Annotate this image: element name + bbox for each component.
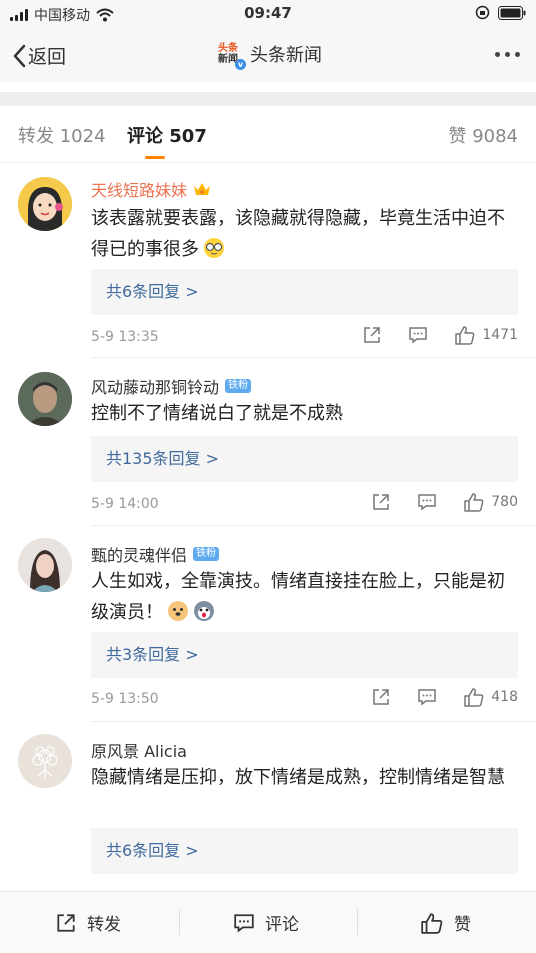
comment-icon[interactable]	[417, 492, 437, 512]
thumbs-up-icon[interactable]	[463, 492, 485, 512]
like-count: 418	[491, 689, 518, 705]
bottom-divider	[179, 909, 180, 935]
verified-badge-icon: v	[235, 59, 246, 70]
comment-label: 评论	[265, 915, 299, 935]
comment-icon[interactable]	[408, 325, 428, 345]
comment-actions: 418	[371, 687, 518, 707]
bottom-divider	[357, 909, 358, 935]
comment-time: 5-9 14:00	[91, 496, 159, 512]
status-time: 09:47	[244, 4, 292, 22]
crown-icon	[194, 183, 211, 195]
like-count: 780	[491, 494, 518, 510]
man-photo-avatar[interactable]	[18, 372, 72, 426]
comment-author[interactable]: 风动藤动那铜铃动 铁粉	[91, 374, 252, 398]
comment-author[interactable]: 原风景 Alicia	[91, 738, 187, 762]
reply-count-link[interactable]: 共135条回复 >	[91, 436, 518, 482]
author-name: 天线短路妹妹	[91, 181, 188, 200]
repost-button[interactable]: 转发	[55, 892, 121, 953]
status-bar: 中国移动 09:47	[0, 0, 536, 28]
comment-text: 控制不了情绪说白了就是不成熟	[91, 403, 343, 424]
nav-title-group: 头条 新闻 v 头条新闻	[0, 40, 536, 70]
page-title: 头条新闻	[250, 45, 322, 66]
comment-body: 人生如戏，全靠演技。情绪直接挂在脸上，只能是初级演员！	[91, 571, 505, 623]
thumbs-up-icon[interactable]	[463, 687, 485, 707]
reply-count-link[interactable]: 共6条回复 >	[91, 828, 518, 874]
comment-author[interactable]: 甄的灵魂伴侣 铁粉	[91, 542, 220, 566]
author-name: 原风景 Alicia	[91, 742, 187, 761]
comment-text: 人生如戏，全靠演技。情绪直接挂在脸上，只能是初级演员！	[91, 566, 519, 628]
comment-item: 甄的灵魂伴侣 铁粉 人生如戏，全靠演技。情绪直接挂在脸上，只能是初级演员！ 共3…	[0, 526, 536, 722]
like-label: 赞	[454, 915, 471, 935]
rotation-lock-icon	[475, 5, 490, 20]
thumbs-up-icon[interactable]	[454, 325, 476, 345]
thumbs-up-icon	[421, 912, 443, 934]
husky-emoji-icon	[194, 601, 214, 621]
share-icon[interactable]	[371, 492, 391, 512]
like-count: 1471	[482, 327, 518, 343]
comment-item: 风动藤动那铜铃动 铁粉 控制不了情绪说白了就是不成熟 共135条回复 > 5-9…	[0, 358, 536, 526]
battery-icon	[498, 5, 526, 20]
tab-reposts[interactable]: 转发 1024	[18, 122, 106, 148]
comment-icon	[234, 913, 254, 932]
more-options-icon[interactable]	[495, 52, 520, 57]
like-button[interactable]: 赞	[420, 892, 471, 953]
logo-top-text: 头条	[218, 43, 238, 54]
comment-item: 天线短路妹妹 该表露就要表露，该隐藏就得隐藏，毕竟生活中迫不得已的事很多 共6条…	[0, 163, 536, 358]
glasses-emoji-icon	[204, 238, 224, 258]
comment-body: 该表露就要表露，该隐藏就得隐藏，毕竟生活中迫不得已的事很多	[91, 208, 505, 260]
repost-label: 转发	[87, 915, 121, 935]
comment-actions: 780	[371, 492, 518, 512]
tab-bar: 转发 1024 评论 507 赞 9084	[0, 106, 536, 163]
fan-badge: 铁粉	[225, 379, 252, 393]
comment-icon[interactable]	[417, 687, 437, 707]
share-icon	[57, 913, 75, 932]
section-separator	[0, 92, 536, 106]
woman-photo-avatar[interactable]	[18, 538, 72, 592]
share-icon[interactable]	[371, 687, 391, 707]
toutiao-logo-icon: 头条 新闻 v	[214, 40, 246, 70]
tab-likes[interactable]: 赞 9084	[448, 122, 518, 148]
comment-text: 隐藏情绪是压抑，放下情绪是成熟，控制情绪是智慧	[91, 767, 505, 788]
reply-count-link[interactable]: 共3条回复 >	[91, 632, 518, 678]
comment-item: 原风景 Alicia 隐藏情绪是压抑，放下情绪是成熟，控制情绪是智慧 共6条回复…	[0, 722, 536, 891]
doge-emoji-icon	[168, 601, 188, 621]
comment-time: 5-9 13:50	[91, 691, 159, 707]
post-gap	[0, 82, 536, 92]
author-name: 风动藤动那铜铃动	[91, 378, 220, 397]
active-tab-indicator	[145, 156, 165, 159]
fan-badge: 铁粉	[193, 547, 220, 561]
comment-time: 5-9 13:35	[91, 329, 159, 345]
cartoon-girl-avatar[interactable]	[18, 177, 72, 231]
author-name: 甄的灵魂伴侣	[91, 546, 188, 565]
tab-comments[interactable]: 评论 507	[127, 122, 207, 148]
reply-count-link[interactable]: 共6条回复 >	[91, 269, 518, 315]
flower-avatar[interactable]	[18, 734, 72, 788]
comment-text: 该表露就要表露，该隐藏就得隐藏，毕竟生活中迫不得已的事很多	[91, 203, 519, 265]
comment-button[interactable]: 评论	[233, 892, 299, 953]
nav-bar: 返回 头条 新闻 v 头条新闻	[0, 28, 536, 82]
status-right	[475, 5, 526, 20]
bottom-action-bar: 转发 评论 赞	[0, 891, 536, 953]
comment-author[interactable]: 天线短路妹妹	[91, 177, 211, 201]
share-icon[interactable]	[362, 325, 382, 345]
comment-actions: 1471	[362, 325, 518, 345]
